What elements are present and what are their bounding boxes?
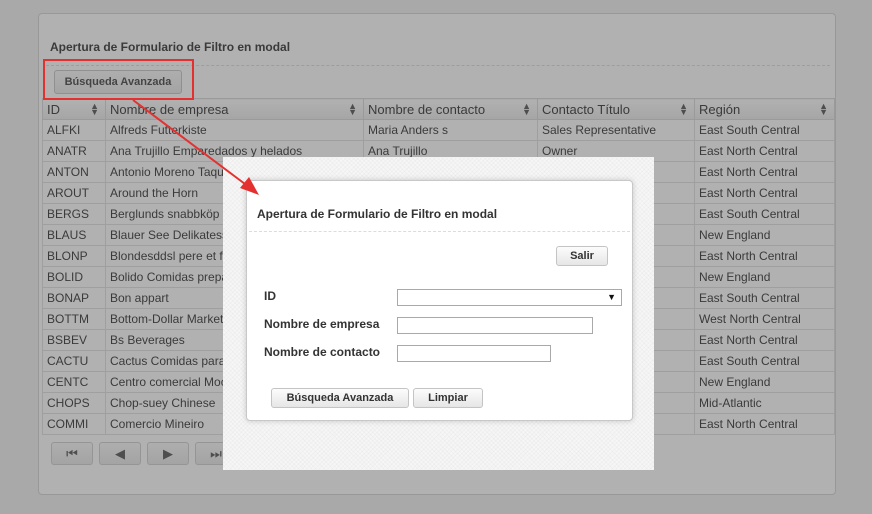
- modal-divider: [249, 231, 630, 232]
- modal-title: Apertura de Formulario de Filtro en moda…: [257, 207, 498, 221]
- annotation-highlight-box: [43, 59, 194, 100]
- id-select[interactable]: ▼: [397, 289, 622, 306]
- dropdown-arrow-icon: ▼: [607, 292, 616, 302]
- exit-button[interactable]: Salir: [556, 246, 608, 266]
- contact-input[interactable]: [397, 345, 551, 362]
- contact-label: Nombre de contacto: [264, 345, 381, 359]
- advanced-search-submit-button[interactable]: Búsqueda Avanzada: [271, 388, 409, 408]
- id-label: ID: [264, 289, 276, 303]
- clear-button[interactable]: Limpiar: [413, 388, 483, 408]
- company-input[interactable]: [397, 317, 593, 334]
- company-label: Nombre de empresa: [264, 317, 380, 331]
- filter-modal: Apertura de Formulario de Filtro en moda…: [246, 180, 633, 421]
